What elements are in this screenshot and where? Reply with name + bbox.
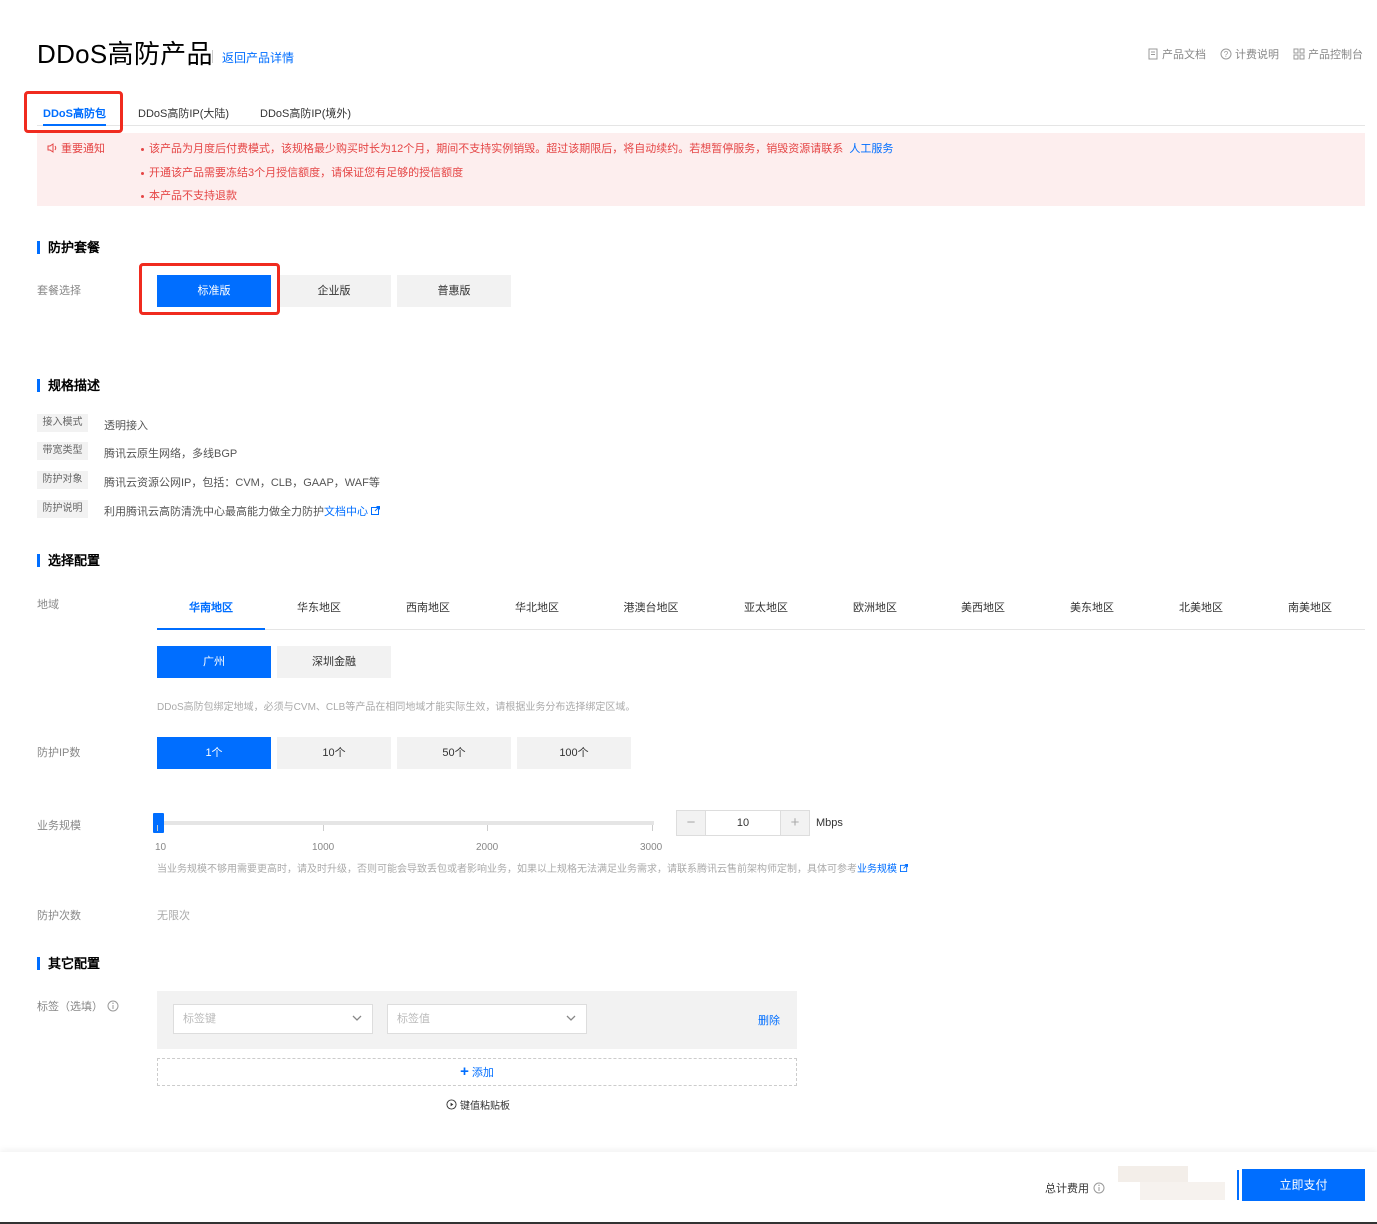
price-divider bbox=[1237, 1170, 1239, 1200]
slider-tick bbox=[487, 825, 488, 831]
title-divider bbox=[212, 50, 213, 63]
scale-value-input[interactable]: 10 bbox=[705, 811, 781, 835]
tag-value-select[interactable]: 标签值 bbox=[387, 1004, 587, 1034]
slider-tick-label: 2000 bbox=[476, 842, 499, 853]
spec-value: 利用腾讯云高防清洗中心最高能力做全力防护文档中心 bbox=[104, 503, 381, 519]
spec-value: 透明接入 bbox=[104, 420, 148, 432]
product-docs-link[interactable]: 产品文档 bbox=[1147, 46, 1206, 62]
region-label: 地域 bbox=[37, 599, 59, 611]
scale-slider-track[interactable] bbox=[157, 821, 654, 825]
external-link-icon bbox=[371, 506, 381, 515]
product-tabs: DDoS高防包 DDoS高防IP(大陆) DDoS高防IP(境外) bbox=[37, 105, 1365, 126]
back-to-product-link[interactable]: 返回产品详情 bbox=[222, 49, 294, 66]
ip-count-option[interactable]: 1个 bbox=[157, 737, 271, 769]
package-inclusive-button[interactable]: 普惠版 bbox=[397, 275, 511, 307]
svg-text:?: ? bbox=[1224, 50, 1229, 59]
play-circle-icon bbox=[446, 1099, 457, 1110]
notice-line-2: 开通该产品需要冻结3个月授信额度，请保证您有足够的授信额度 bbox=[141, 164, 463, 180]
spec-key: 接入模式 bbox=[37, 414, 88, 432]
grid-icon bbox=[1293, 48, 1305, 60]
region-tab[interactable]: 欧洲地区 bbox=[821, 592, 929, 630]
doc-center-link[interactable]: 文档中心 bbox=[324, 506, 381, 518]
region-hint: DDoS高防包绑定地域，必须与CVM、CLB等产品在相同地域才能实际生效，请根据… bbox=[157, 702, 636, 713]
top-links: 产品文档 ? 计费说明 产品控制台 bbox=[1147, 46, 1363, 62]
redacted-price bbox=[1140, 1182, 1225, 1200]
plus-icon: + bbox=[460, 1063, 469, 1080]
tab-ddos-ip-overseas[interactable]: DDoS高防IP(境外) bbox=[260, 105, 351, 126]
speaker-icon bbox=[47, 143, 57, 153]
region-tab[interactable]: 美西地区 bbox=[929, 592, 1037, 630]
slider-tick bbox=[652, 825, 653, 831]
tag-key-select[interactable]: 标签键 bbox=[173, 1004, 373, 1034]
chevron-down-icon bbox=[566, 1015, 576, 1021]
ip-count-option[interactable]: 50个 bbox=[397, 737, 511, 769]
region-tab[interactable]: 华南地区 bbox=[157, 592, 265, 630]
ip-count-option[interactable]: 10个 bbox=[277, 737, 391, 769]
scale-hint: 当业务规模不够用需要更高时，请及时升级，否则可能会导致丢包或者影响业务，如果以上… bbox=[157, 860, 908, 875]
slider-tick-label: 3000 bbox=[640, 842, 663, 853]
slider-tick-label: 10 bbox=[155, 842, 167, 853]
info-icon[interactable] bbox=[1093, 1182, 1105, 1194]
section-config: 选择配置 bbox=[37, 554, 100, 567]
slider-tick bbox=[323, 825, 324, 831]
scale-label: 业务规模 bbox=[37, 820, 81, 832]
slider-tick-label: 1000 bbox=[312, 842, 335, 853]
region-tab[interactable]: 亚太地区 bbox=[712, 592, 820, 630]
decrement-button[interactable]: − bbox=[677, 811, 705, 835]
ip-count-label: 防护IP数 bbox=[37, 747, 81, 759]
tab-ddos-ip-mainland[interactable]: DDoS高防IP(大陆) bbox=[138, 105, 229, 126]
protection-times-value: 无限次 bbox=[157, 910, 190, 922]
external-link-icon bbox=[899, 864, 908, 872]
question-icon: ? bbox=[1220, 48, 1232, 60]
ip-count-option[interactable]: 100个 bbox=[517, 737, 631, 769]
city-shenzhen-finance-button[interactable]: 深圳金融 bbox=[277, 646, 391, 678]
tag-label: 标签（选填） bbox=[37, 998, 119, 1014]
region-tab[interactable]: 南美地区 bbox=[1256, 592, 1364, 630]
business-scale-link[interactable]: 业务规模 bbox=[857, 864, 908, 875]
highlight-box-package bbox=[139, 263, 280, 315]
section-other-config: 其它配置 bbox=[37, 957, 100, 970]
delete-tag-link[interactable]: 删除 bbox=[758, 1012, 780, 1028]
notice-label: 重要通知 bbox=[46, 140, 105, 156]
highlight-box-tab bbox=[24, 91, 123, 133]
pay-now-button[interactable]: 立即支付 bbox=[1242, 1169, 1365, 1201]
notice-line-3: 本产品不支持退款 bbox=[141, 187, 237, 203]
region-tab[interactable]: 华北地区 bbox=[483, 592, 591, 630]
document-icon bbox=[1148, 48, 1158, 60]
notice-line-1: 该产品为月度后付费模式，该规格最少购买时长为12个月，期间不支持实例销毁。超过该… bbox=[141, 140, 893, 156]
spec-value: 腾讯云资源公网IP，包括：CVM，CLB，GAAP，WAF等 bbox=[104, 477, 380, 489]
region-tab[interactable]: 北美地区 bbox=[1147, 592, 1255, 630]
scale-stepper: − 10 + bbox=[676, 810, 810, 836]
redacted-price bbox=[1118, 1166, 1188, 1182]
info-icon[interactable] bbox=[107, 1000, 119, 1012]
section-protection-package: 防护套餐 bbox=[37, 241, 100, 254]
package-label: 套餐选择 bbox=[37, 285, 81, 297]
spec-key: 防护对象 bbox=[37, 471, 88, 489]
spec-key: 带宽类型 bbox=[37, 442, 88, 460]
manual-service-link[interactable]: 人工服务 bbox=[849, 143, 893, 155]
package-enterprise-button[interactable]: 企业版 bbox=[277, 275, 391, 307]
billing-info-link[interactable]: ? 计费说明 bbox=[1220, 46, 1279, 62]
region-tab[interactable]: 西南地区 bbox=[374, 592, 482, 630]
region-tab[interactable]: 美东地区 bbox=[1038, 592, 1146, 630]
section-spec: 规格描述 bbox=[37, 379, 100, 392]
region-tab[interactable]: 华东地区 bbox=[265, 592, 373, 630]
paste-board-link[interactable]: 键值粘贴板 bbox=[446, 1097, 510, 1112]
total-cost-label: 总计费用 bbox=[1045, 1180, 1105, 1196]
add-tag-button[interactable]: + 添加 bbox=[157, 1058, 797, 1086]
scale-slider-handle[interactable] bbox=[153, 813, 164, 833]
scale-unit: Mbps bbox=[816, 817, 843, 829]
protection-times-label: 防护次数 bbox=[37, 910, 81, 922]
region-tab[interactable]: 港澳台地区 bbox=[597, 592, 705, 630]
spec-key: 防护说明 bbox=[37, 500, 88, 518]
slider-tick bbox=[157, 825, 158, 831]
city-guangzhou-button[interactable]: 广州 bbox=[157, 646, 271, 678]
increment-button[interactable]: + bbox=[781, 811, 809, 835]
chevron-down-icon bbox=[352, 1015, 362, 1021]
region-tabs: 华南地区 华东地区 西南地区 华北地区 港澳台地区 亚太地区 欧洲地区 美西地区… bbox=[157, 592, 1365, 630]
product-console-link[interactable]: 产品控制台 bbox=[1293, 46, 1363, 62]
page-title: DDoS高防产品 bbox=[37, 39, 213, 69]
spec-value: 腾讯云原生网络，多线BGP bbox=[104, 448, 238, 460]
